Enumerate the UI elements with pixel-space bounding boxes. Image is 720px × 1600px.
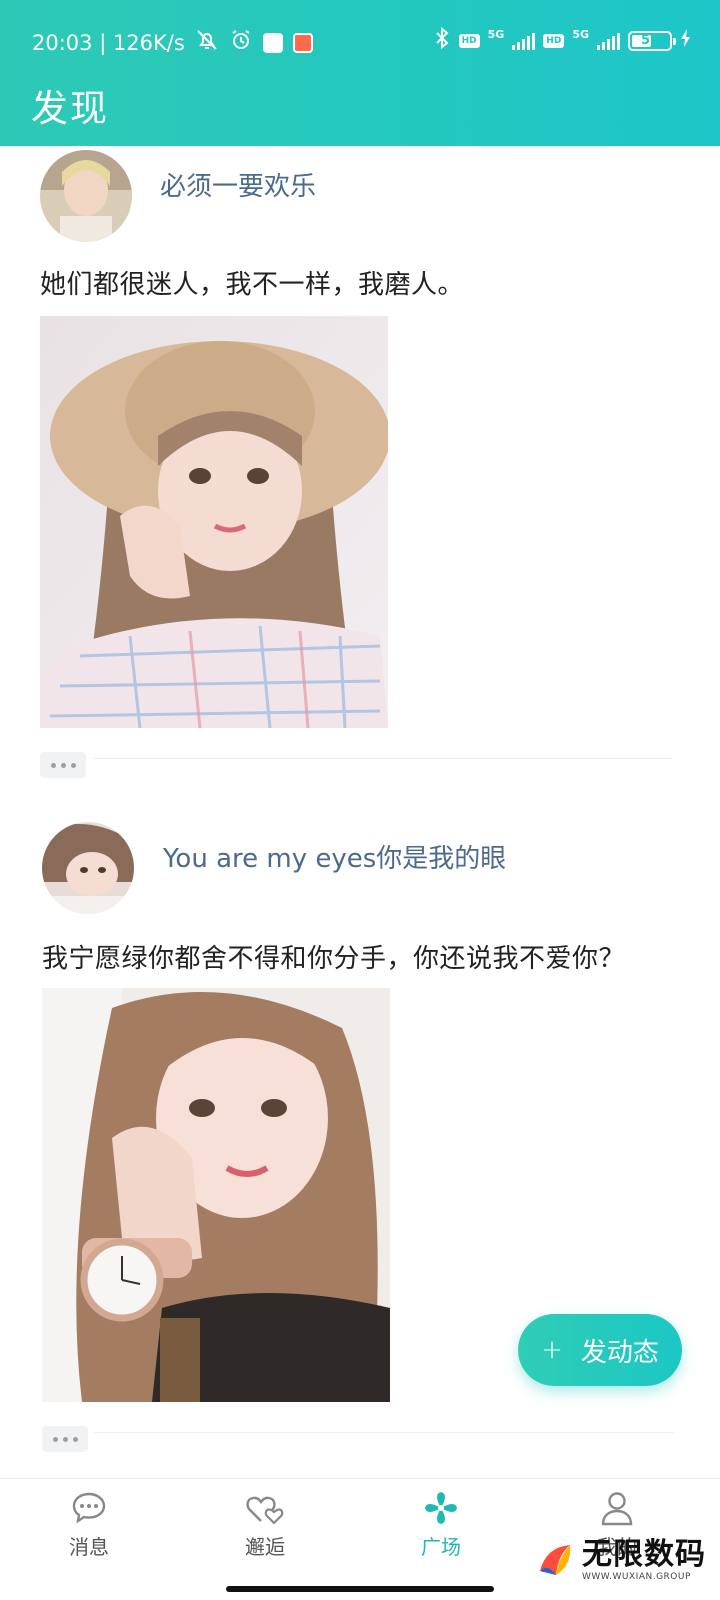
mute-bell-icon bbox=[195, 28, 219, 57]
chat-bubble-icon bbox=[71, 1489, 107, 1527]
post-photo[interactable] bbox=[42, 988, 390, 1402]
post-username[interactable]: 必须一要欢乐 bbox=[160, 166, 316, 203]
network-label: 5G bbox=[487, 28, 505, 41]
feed[interactable]: 必须一要欢乐 她们都很迷人，我不一样，我磨人。 You are my eyes你… bbox=[0, 146, 720, 1478]
plus-icon: + bbox=[541, 1335, 563, 1365]
divider bbox=[94, 1432, 674, 1433]
hearts-icon bbox=[245, 1489, 285, 1527]
nav-item-messages[interactable]: 消息 bbox=[29, 1489, 149, 1560]
nav-label: 邂逅 bbox=[245, 1535, 285, 1559]
watermark-subtitle: WWW.WUXIAN.GROUP bbox=[582, 1572, 691, 1582]
network-label: 5G bbox=[572, 28, 589, 41]
post-card: 必须一要欢乐 她们都很迷人，我不一样，我磨人。 bbox=[0, 146, 720, 778]
app-badge-red-icon bbox=[292, 32, 313, 53]
post-text: 我宁愿绿你都舍不得和你分手，你还说我不爱你？ bbox=[42, 944, 626, 974]
watermark-logo: 无限数码 WWW.WUXIAN.GROUP bbox=[536, 1520, 720, 1600]
home-indicator[interactable] bbox=[226, 1586, 494, 1592]
avatar[interactable] bbox=[40, 150, 132, 242]
charging-icon bbox=[680, 28, 692, 53]
more-options-button[interactable] bbox=[40, 752, 86, 778]
nav-label: 广场 bbox=[421, 1535, 461, 1559]
signal-icon bbox=[512, 32, 536, 50]
post-text: 她们都很迷人，我不一样，我磨人。 bbox=[40, 270, 465, 300]
status-time-speed: 20:03 | 126K/s bbox=[32, 30, 185, 55]
hd-badge: HD bbox=[543, 33, 565, 48]
app-header: 20:03 | 126K/s HD 5G HD 5G 52 发现 bbox=[0, 0, 720, 146]
battery-level: 52 bbox=[640, 33, 660, 48]
post-status-label: 发动态 bbox=[580, 1337, 659, 1368]
page-title: 发现 bbox=[31, 87, 109, 130]
status-bar: 20:03 | 126K/s HD 5G HD 5G 52 bbox=[0, 22, 720, 62]
nav-label: 消息 bbox=[69, 1535, 109, 1559]
watermark-title: 无限数码 bbox=[582, 1537, 706, 1572]
post-photo[interactable] bbox=[40, 316, 388, 728]
pinwheel-icon bbox=[423, 1489, 459, 1527]
signal-icon bbox=[597, 32, 620, 50]
alarm-icon bbox=[229, 28, 253, 57]
post-username[interactable]: You are my eyes你是我的眼 bbox=[163, 838, 506, 875]
battery-indicator: 52 bbox=[628, 30, 676, 51]
nav-item-plaza[interactable]: 广场 bbox=[381, 1489, 501, 1560]
app-badge-icon bbox=[262, 32, 283, 53]
more-options-button[interactable] bbox=[42, 1426, 88, 1452]
bluetooth-icon bbox=[433, 26, 451, 55]
divider bbox=[92, 758, 672, 759]
post-status-button[interactable]: + 发动态 bbox=[518, 1314, 682, 1386]
avatar[interactable] bbox=[42, 822, 134, 914]
watermark-icon bbox=[540, 1545, 571, 1575]
hd-badge: HD bbox=[458, 33, 480, 48]
nav-item-encounter[interactable]: 邂逅 bbox=[205, 1489, 325, 1560]
